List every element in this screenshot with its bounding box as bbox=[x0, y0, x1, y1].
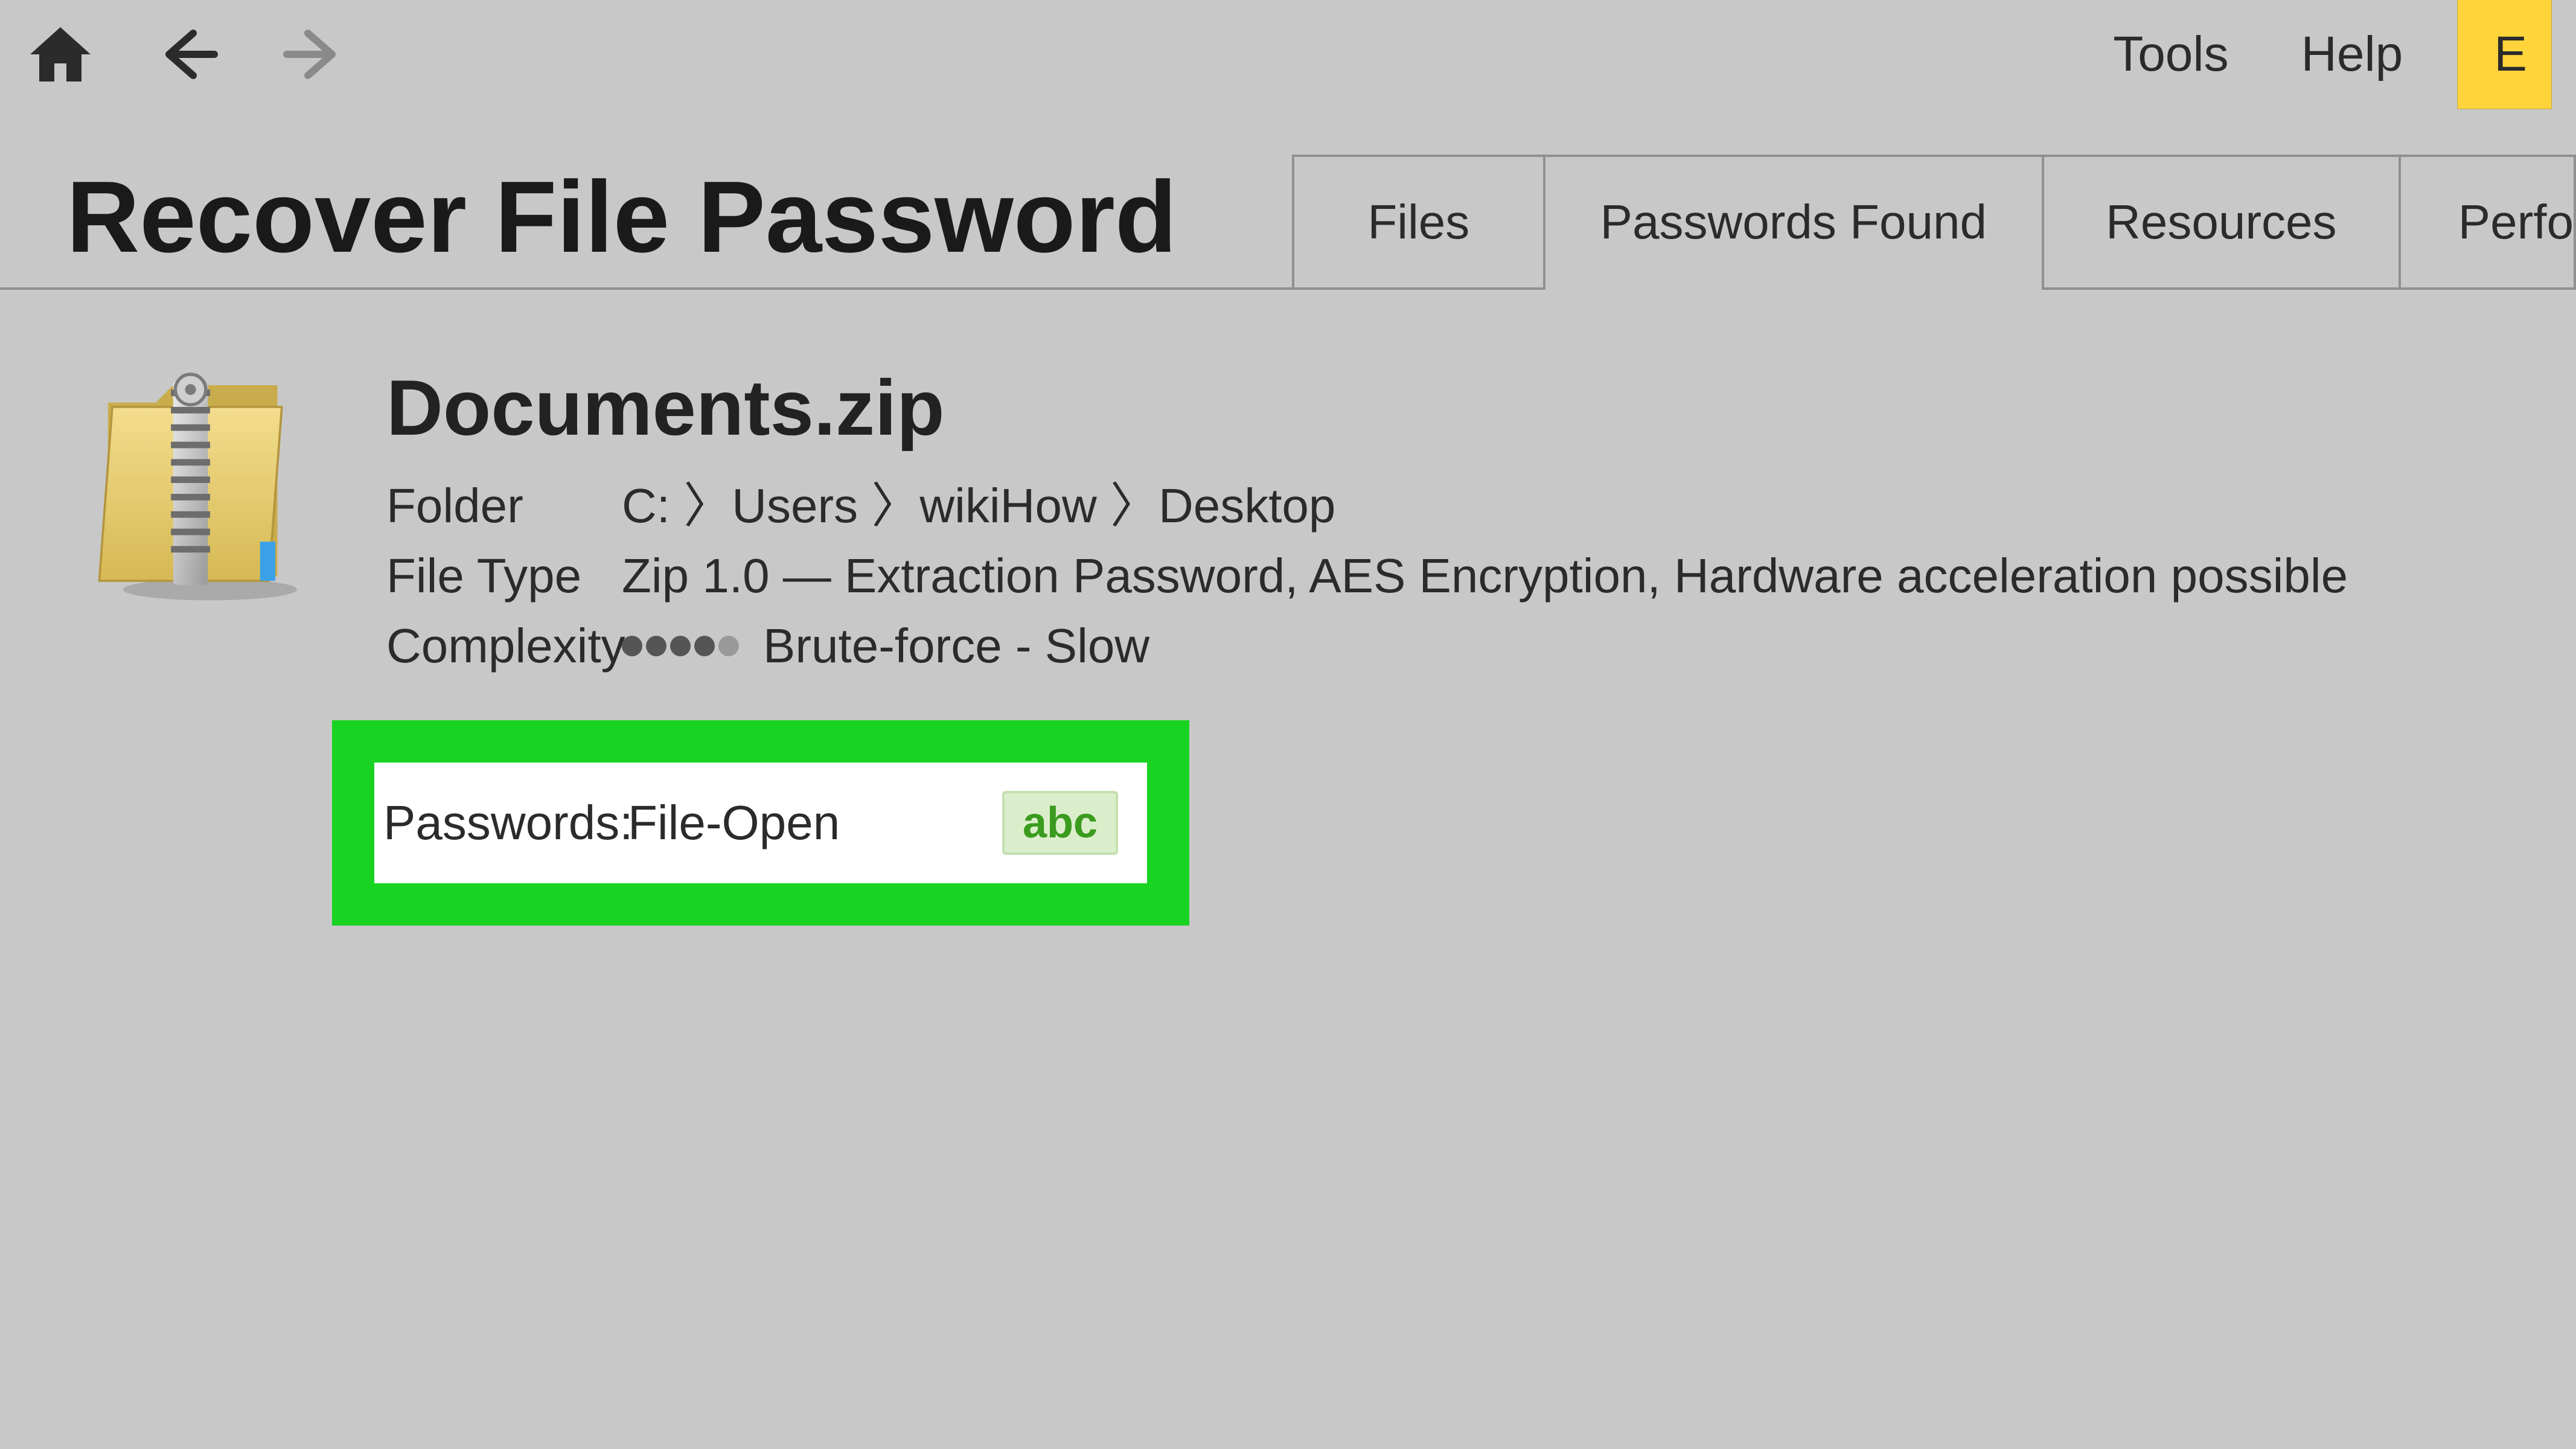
passwords-highlight-box: Passwords: File-Open abc bbox=[332, 720, 1189, 926]
dot-icon bbox=[718, 636, 739, 656]
home-icon bbox=[24, 18, 97, 91]
complexity-row: Complexity Brute-force - Slow bbox=[386, 611, 2348, 681]
folder-row: Folder C: 〉Users 〉wikiHow 〉Desktop bbox=[386, 471, 2348, 541]
home-button[interactable] bbox=[24, 18, 97, 91]
filetype-row: File Type Zip 1.0 — Extraction Password,… bbox=[386, 541, 2348, 611]
tab-performance[interactable]: Perfo bbox=[2399, 155, 2576, 287]
arrow-left-icon bbox=[151, 18, 223, 91]
file-icon-container bbox=[91, 362, 326, 926]
forward-button[interactable] bbox=[278, 18, 350, 91]
tab-files[interactable]: Files bbox=[1292, 155, 1545, 287]
folder-value: C: 〉Users 〉wikiHow 〉Desktop bbox=[622, 471, 1335, 541]
complexity-value-group: Brute-force - Slow bbox=[622, 611, 1149, 681]
tabs-group: Files Passwords Found Resources Perfo bbox=[1294, 155, 2576, 287]
dot-icon bbox=[646, 636, 666, 656]
arrow-right-icon bbox=[278, 18, 350, 91]
filetype-value: Zip 1.0 — Extraction Password, AES Encry… bbox=[622, 541, 2348, 611]
buy-button[interactable]: E bbox=[2457, 0, 2552, 109]
complexity-label: Complexity bbox=[386, 611, 622, 681]
header-row: Recover File Password Files Passwords Fo… bbox=[0, 109, 2576, 290]
back-button[interactable] bbox=[151, 18, 223, 91]
zip-folder-icon bbox=[91, 362, 308, 604]
abc-chip[interactable]: abc bbox=[1002, 791, 1118, 855]
page-title: Recover File Password bbox=[66, 159, 1249, 287]
tab-resources[interactable]: Resources bbox=[2042, 155, 2401, 287]
dot-icon bbox=[622, 636, 642, 656]
nav-left-group bbox=[24, 18, 350, 91]
nav-right-group: Tools Help E bbox=[2077, 0, 2552, 109]
dot-icon bbox=[670, 636, 691, 656]
file-info: Documents.zip Folder C: 〉Users 〉wikiHow … bbox=[326, 362, 2348, 926]
file-name: Documents.zip bbox=[386, 362, 2348, 453]
tab-passwords-found[interactable]: Passwords Found bbox=[1543, 155, 2044, 287]
tools-menu[interactable]: Tools bbox=[2077, 0, 2264, 109]
complexity-dots bbox=[622, 636, 739, 656]
folder-label: Folder bbox=[386, 471, 622, 541]
filetype-label: File Type bbox=[386, 541, 622, 611]
passwords-row: Passwords: File-Open abc bbox=[374, 763, 1147, 883]
dot-icon bbox=[694, 636, 715, 656]
complexity-text: Brute-force - Slow bbox=[763, 611, 1149, 681]
toolbar: Tools Help E bbox=[0, 0, 2576, 109]
content-area: Documents.zip Folder C: 〉Users 〉wikiHow … bbox=[0, 290, 2576, 926]
help-menu[interactable]: Help bbox=[2265, 0, 2440, 109]
passwords-label: Passwords: bbox=[374, 795, 628, 851]
passwords-value: File-Open bbox=[628, 795, 1002, 851]
